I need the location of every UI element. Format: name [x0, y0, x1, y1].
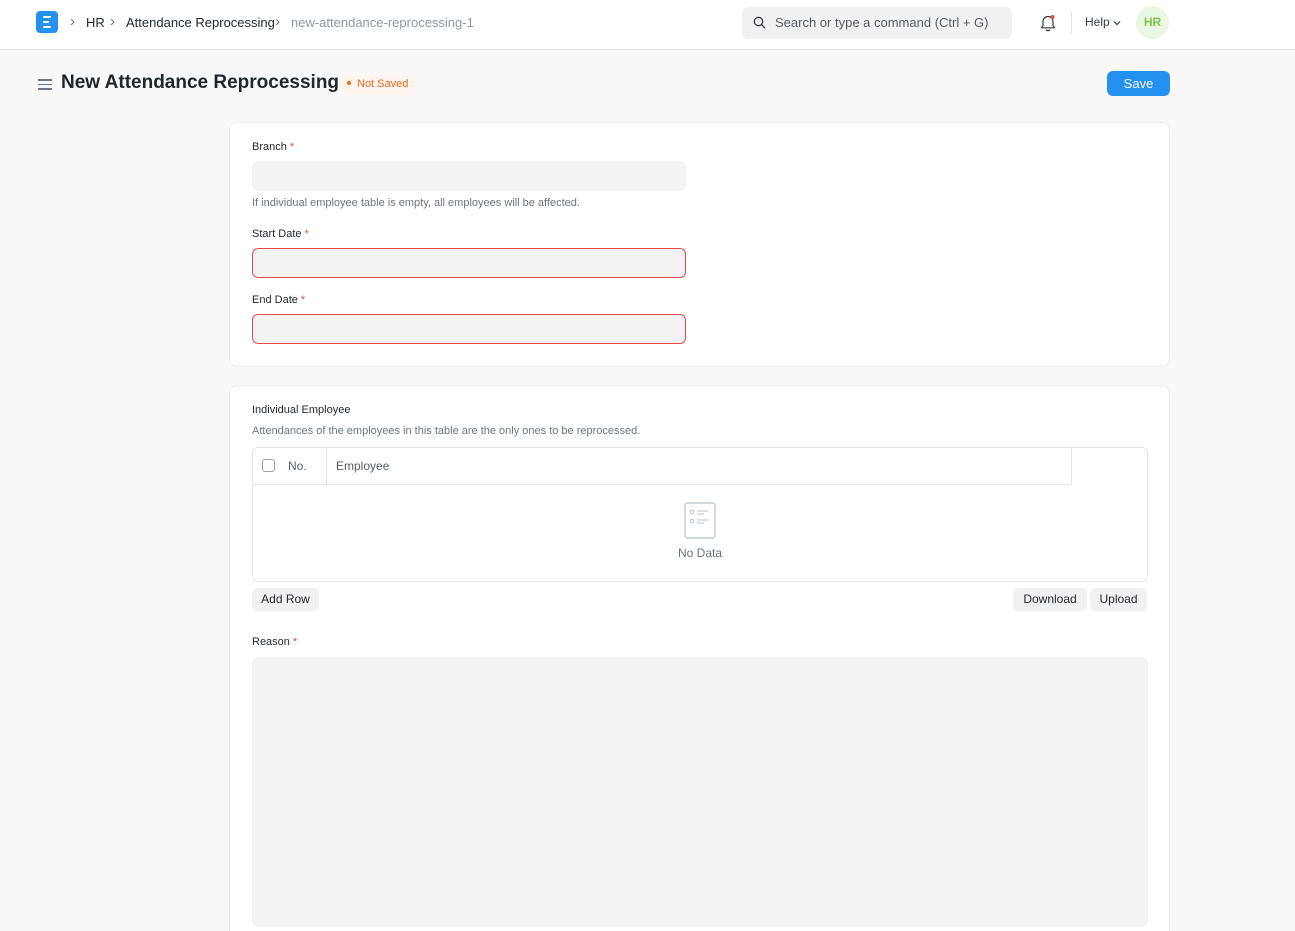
branch-description: If individual employee table is empty, a… [252, 197, 580, 209]
upload-button[interactable]: Upload [1090, 588, 1147, 611]
employee-table: No. Employee No Data [252, 447, 1148, 582]
start-date-label: Start Date * [252, 228, 309, 240]
help-label: Help [1085, 15, 1110, 29]
chevron-right-icon: › [275, 13, 280, 30]
start-date-field[interactable] [252, 248, 686, 278]
table-header: No. Employee [253, 448, 1072, 485]
no-data-text: No Data [677, 546, 723, 560]
no-data-list-icon [684, 502, 716, 539]
page-title: New Attendance Reprocessing [61, 72, 340, 93]
help-dropdown[interactable]: Help [1085, 15, 1121, 29]
chevron-down-icon [1113, 21, 1121, 26]
details-section: Branch * If individual employee table is … [229, 122, 1170, 367]
search-bar[interactable]: Search or type a command (Ctrl + G) [742, 7, 1012, 39]
end-date-field[interactable] [252, 314, 686, 344]
search-placeholder: Search or type a command (Ctrl + G) [775, 15, 989, 30]
chevron-right-icon: › [110, 13, 115, 30]
individual-employee-description: Attendances of the employees in this tab… [252, 425, 641, 437]
search-icon [753, 16, 766, 29]
status-text: Not Saved [357, 78, 409, 90]
select-all-checkbox[interactable] [262, 459, 275, 472]
notification-bell-icon[interactable] [1039, 13, 1057, 33]
column-header-no: No. [288, 459, 307, 473]
column-divider [326, 448, 327, 485]
sidebar-toggle-icon[interactable] [38, 79, 52, 90]
download-button[interactable]: Download [1013, 588, 1087, 611]
user-avatar[interactable]: HR [1136, 6, 1169, 39]
navbar-divider [1071, 12, 1072, 34]
breadcrumb-hr[interactable]: HR [86, 15, 105, 30]
employee-section: Individual Employee Attendances of the e… [229, 385, 1170, 931]
column-header-employee: Employee [336, 459, 390, 473]
breadcrumb-attendance-reprocessing[interactable]: Attendance Reprocessing [126, 15, 275, 30]
branch-label: Branch * [252, 141, 295, 153]
chevron-right-icon: › [70, 13, 75, 30]
status-dot-icon [347, 81, 351, 85]
status-badge: Not Saved [339, 75, 417, 94]
breadcrumb-current-doc[interactable]: new-attendance-reprocessing-1 [291, 15, 474, 30]
individual-employee-label: Individual Employee [252, 404, 351, 416]
reason-textarea[interactable] [252, 657, 1148, 927]
column-divider [1071, 448, 1072, 485]
reason-label: Reason * [252, 636, 298, 648]
app-logo-icon[interactable] [36, 11, 58, 33]
navbar: › HR › Attendance Reprocessing › new-att… [0, 0, 1295, 50]
add-row-button[interactable]: Add Row [252, 588, 319, 611]
branch-field[interactable] [252, 161, 686, 191]
end-date-label: End Date * [252, 294, 306, 306]
save-button[interactable]: Save [1107, 71, 1170, 96]
